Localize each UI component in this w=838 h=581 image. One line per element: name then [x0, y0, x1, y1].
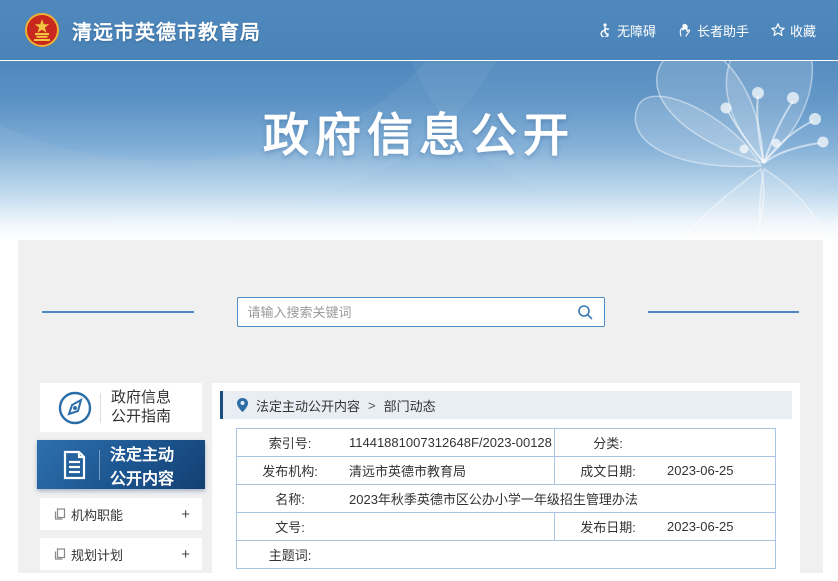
field-label: 索引号: — [268, 436, 312, 451]
compass-pen-icon — [58, 391, 92, 424]
table-cell: 索引号: 11441881007312648F/2023-00128 — [236, 428, 555, 457]
document-icon — [63, 450, 86, 479]
table-row: 文号: 发布日期: 2023-06-25 — [236, 512, 776, 541]
site-brand: 清远市英德市教育局 — [24, 12, 261, 48]
table-row: 索引号: 11441881007312648F/2023-00128 分类: — [236, 428, 776, 457]
breadcrumb-separator: > — [368, 397, 376, 413]
page-title: 政府信息公开 — [263, 109, 575, 161]
table-cell: 发布日期: 2023-06-25 — [554, 512, 776, 541]
search-input[interactable] — [247, 304, 576, 320]
divider — [99, 449, 100, 480]
header-link-0[interactable]: 无障碍 — [598, 21, 656, 40]
right-decorative-line — [647, 311, 799, 313]
sidebar-subitem-label: 机构职能 — [71, 507, 124, 523]
header-link-label: 长者助手 — [696, 23, 749, 39]
field-label: 文号: — [275, 520, 305, 535]
field-value: 2023-06-25 — [667, 519, 734, 534]
header-utility-links: 无障碍 长者助手 收藏 — [598, 21, 816, 40]
table-cell: 发布机构: 清远市英德市教育局 — [236, 456, 555, 485]
content-row: 政府信息 公开指南 法定主动 公开内容 机构职能 + 规划计划 + 法定主动公开… — [18, 383, 823, 581]
location-pin-icon — [237, 398, 248, 412]
sidebar-item-label: 法定主动 公开内容 — [110, 446, 175, 488]
breadcrumb-current: 部门动态 — [383, 398, 436, 414]
table-cell: 成文日期: 2023-06-25 — [554, 456, 776, 485]
left-decorative-line — [42, 311, 194, 313]
field-value: 清远市英德市教育局 — [349, 464, 467, 479]
expand-plus-icon[interactable]: + — [181, 546, 190, 563]
search-row — [18, 297, 823, 327]
sidebar-subitem-0[interactable]: 机构职能 + — [40, 498, 202, 530]
sidebar-subitem-label: 规划计划 — [71, 547, 124, 563]
sidebar-item-label: 政府信息 公开指南 — [111, 388, 172, 425]
star-icon — [771, 23, 785, 37]
field-label: 发布日期: — [580, 520, 636, 535]
national-emblem-logo — [25, 13, 59, 47]
header-link-1[interactable]: 长者助手 — [678, 21, 749, 40]
breadcrumb-root[interactable]: 法定主动公开内容 — [256, 396, 360, 415]
top-header-bar: 清远市英德市教育局 无障碍 长者助手 收藏 — [0, 0, 838, 60]
table-cell: 主题词: — [236, 540, 776, 569]
header-link-label: 收藏 — [789, 23, 816, 39]
sidebar-item-statutory-disclosure[interactable]: 法定主动 公开内容 — [37, 440, 205, 489]
field-value: 2023-06-25 — [667, 463, 734, 478]
main-panel: 法定主动公开内容 > 部门动态 索引号: 11441881007312648F/2… — [212, 383, 800, 581]
field-value: 2023年秋季英德市区公办小学一年级招生管理办法 — [349, 492, 638, 507]
site-title[interactable]: 清远市英德市教育局 — [72, 16, 261, 45]
table-cell: 文号: — [236, 512, 555, 541]
divider — [100, 392, 101, 423]
field-label: 发布机构: — [262, 464, 318, 479]
field-label: 分类: — [593, 436, 623, 451]
info-table-body: 索引号: 11441881007312648F/2023-00128 分类: 发布机构… — [236, 428, 776, 569]
table-row: 名称: 2023年秋季英德市区公办小学一年级招生管理办法 — [236, 484, 776, 513]
banner: 政府信息公开 — [0, 60, 838, 240]
field-value: 11441881007312648F/2023-00128 — [349, 435, 552, 450]
search-box — [236, 297, 605, 327]
sidebar-item-guide[interactable]: 政府信息 公开指南 — [40, 383, 202, 432]
field-label: 名称: — [275, 492, 305, 507]
pages-icon — [54, 508, 66, 520]
header-link-label: 无障碍 — [616, 23, 656, 39]
table-row: 发布机构: 清远市英德市教育局 成文日期: 2023-06-25 — [236, 456, 776, 485]
sidebar: 政府信息 公开指南 法定主动 公开内容 机构职能 + 规划计划 + — [37, 383, 205, 570]
table-row: 主题词: — [236, 540, 776, 569]
table-cell: 分类: — [554, 428, 776, 457]
document-info-table: 索引号: 11441881007312648F/2023-00128 分类: 发布机构… — [236, 428, 776, 569]
content-container: 政府信息 公开指南 法定主动 公开内容 机构职能 + 规划计划 + — [18, 240, 823, 581]
breadcrumb: 法定主动公开内容 > 部门动态 — [220, 391, 792, 419]
pages-icon — [54, 548, 66, 560]
header-link-2[interactable]: 收藏 — [771, 21, 816, 40]
elder-assist-icon — [678, 23, 692, 37]
table-cell: 名称: 2023年秋季英德市区公办小学一年级招生管理办法 — [236, 484, 776, 513]
accessibility-icon — [598, 23, 612, 37]
field-label: 主题词: — [268, 548, 312, 563]
search-icon[interactable] — [576, 303, 594, 321]
sidebar-subitems: 机构职能 + 规划计划 + — [40, 498, 202, 570]
expand-plus-icon[interactable]: + — [181, 506, 190, 523]
field-label: 成文日期: — [580, 464, 636, 479]
sidebar-subitem-1[interactable]: 规划计划 + — [40, 538, 202, 570]
